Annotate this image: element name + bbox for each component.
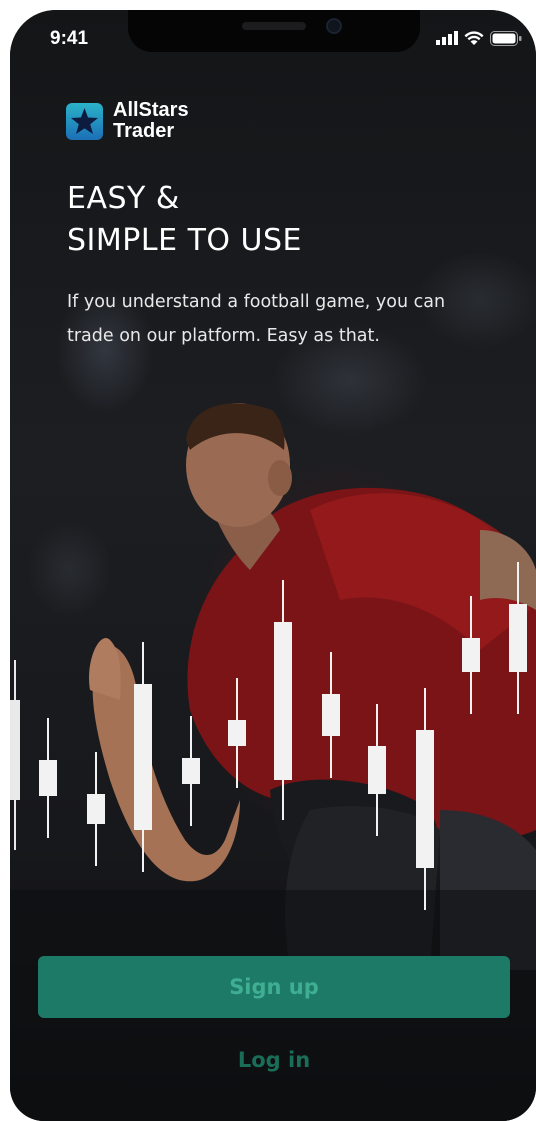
candlestick: [368, 704, 386, 836]
wifi-icon: [464, 30, 484, 45]
candle-body: [368, 746, 386, 794]
candlestick: [322, 652, 340, 778]
signal-icon: [436, 31, 458, 45]
candle-body: [509, 604, 527, 672]
star-logo-icon: [66, 102, 103, 140]
page-title: EASY & SIMPLE TO USE: [67, 178, 487, 262]
candlestick: [462, 596, 480, 714]
login-link[interactable]: Log in: [174, 1040, 374, 1080]
headline-line1: EASY &: [67, 181, 180, 216]
candle-body: [182, 758, 200, 784]
candle-edge-body: [10, 700, 20, 800]
battery-icon: [490, 30, 522, 46]
candle-body: [134, 684, 152, 830]
candle-body: [416, 730, 434, 868]
hero-description: If you understand a football game, you c…: [67, 292, 446, 346]
phone-screen: 9:41 AllStars Trader EASY & SIMPLE TO US…: [10, 10, 536, 1121]
candle-body: [87, 794, 105, 824]
candlestick: [228, 678, 246, 788]
candlestick: [509, 562, 527, 714]
candlestick: [87, 752, 105, 866]
candle-body: [39, 760, 57, 796]
status-icons: [436, 30, 522, 46]
candlestick-overlay: [39, 562, 527, 910]
candle-body: [228, 720, 246, 746]
status-time: 9:41: [50, 28, 89, 49]
candlestick: [274, 580, 292, 820]
speaker-grille: [242, 22, 306, 30]
candlestick: [134, 642, 152, 872]
brand-name: AllStars Trader: [113, 100, 189, 142]
front-camera: [326, 18, 342, 34]
candle-body: [462, 638, 480, 672]
signup-button[interactable]: Sign up: [38, 956, 510, 1018]
candle-body: [274, 622, 292, 780]
brand-logo: AllStars Trader: [66, 100, 189, 142]
brand-name-line1: AllStars: [113, 99, 189, 121]
device-notch: [128, 10, 420, 52]
candlestick: [182, 716, 200, 826]
brand-name-line2: Trader: [113, 120, 175, 142]
candlestick: [416, 688, 434, 910]
candle-body: [322, 694, 340, 736]
candlestick: [39, 718, 57, 838]
headline-line2: SIMPLE TO USE: [67, 223, 303, 258]
